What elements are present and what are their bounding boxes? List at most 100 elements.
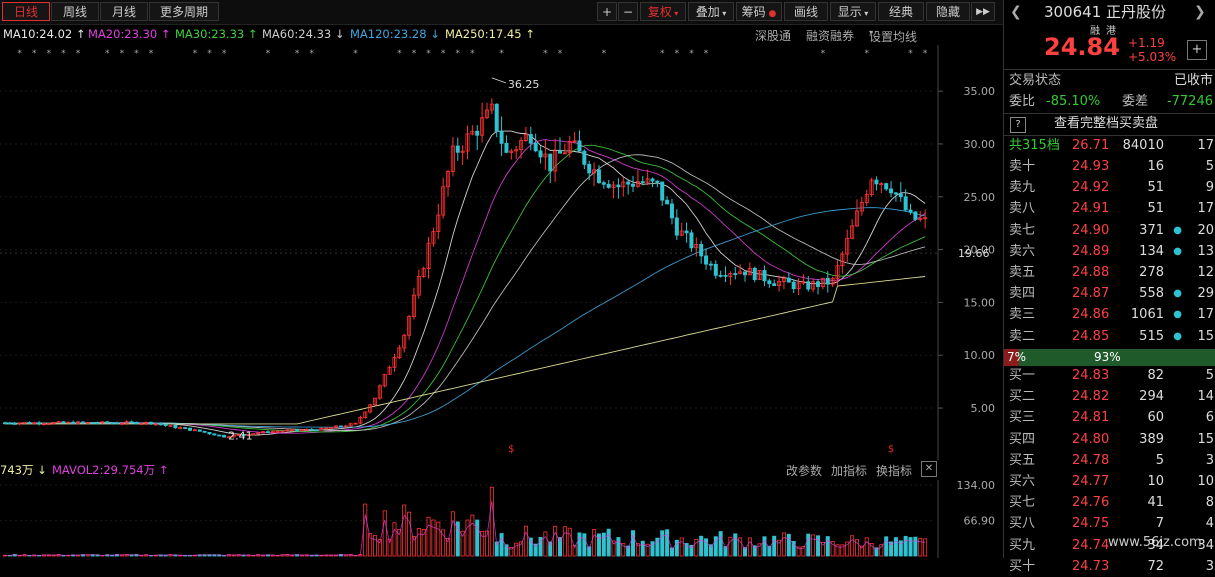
- volume-bar: [772, 535, 777, 557]
- price-tick-label: 15.00: [964, 296, 996, 309]
- candle-body: [772, 283, 777, 287]
- volume-bar: [592, 529, 597, 557]
- close-icon[interactable]: ✕: [921, 461, 937, 477]
- candle-body: [674, 217, 679, 236]
- bid-row[interactable]: 买一 24.83 82 5: [1004, 366, 1215, 386]
- level-count: 9: [1205, 180, 1214, 196]
- level-volume: 41: [1147, 495, 1164, 511]
- volume-chart[interactable]: 134.00 66.90: [0, 480, 1003, 558]
- volume-bar: [421, 529, 426, 557]
- level-count: 17: [1197, 307, 1214, 323]
- ask-row[interactable]: 卖五 24.88 278 12: [1004, 263, 1215, 283]
- volume-bar: [679, 537, 684, 557]
- candle-body: [212, 433, 217, 436]
- level-label: 卖六: [1009, 243, 1036, 259]
- ask-row[interactable]: 卖三 24.86 1061 ● 17: [1004, 305, 1215, 325]
- level-count: 14: [1197, 389, 1214, 405]
- bid-row[interactable]: 买七 24.76 41 8: [1004, 493, 1215, 513]
- level-volume: 60: [1147, 410, 1164, 426]
- price-chart[interactable]: 36.25 2.41 $ $ * * * * * * * * * * * * * * * * * * * * * * * * * * * * *…: [0, 0, 1003, 460]
- level-dot-icon: ●: [1173, 330, 1182, 342]
- ask-row[interactable]: 卖七 24.90 371 ● 20: [1004, 221, 1215, 241]
- level-count: 3: [1205, 452, 1214, 468]
- volume-bar: [543, 531, 548, 557]
- bid-row[interactable]: 买十 24.73 72 3: [1004, 557, 1215, 577]
- ask-row[interactable]: 卖二 24.85 515 ● 15: [1004, 327, 1215, 347]
- price-tick-label: 25.00: [964, 191, 996, 204]
- level-volume: 7: [1155, 516, 1164, 532]
- add-watchlist-button[interactable]: +: [1187, 40, 1207, 60]
- level-label: 买三: [1009, 410, 1036, 426]
- candle-body: [752, 267, 757, 281]
- volume-bar: [616, 537, 621, 557]
- switch-indicator-button[interactable]: 换指标: [876, 462, 912, 479]
- kline-chart-area[interactable]: 日线 周线 月线 更多周期 + − 复权 ▾ 叠加 ▾ 筹码 ● 画线 显示 ▾…: [0, 0, 1003, 558]
- candle-body: [548, 153, 553, 172]
- bid-row[interactable]: 买三 24.81 60 6: [1004, 408, 1215, 428]
- event-star-icon: *: [923, 49, 928, 59]
- candle-body: [704, 255, 709, 265]
- volume-bar: [523, 525, 528, 557]
- ask-row[interactable]: 卖十 24.93 16 5: [1004, 157, 1215, 177]
- volume-tick-label: 134.00: [957, 480, 996, 492]
- event-star-icon: *: [689, 49, 694, 59]
- candle-body: [606, 183, 611, 188]
- volume-bar: [733, 533, 738, 557]
- chevron-left-icon[interactable]: ❮: [1010, 2, 1022, 22]
- bid-row[interactable]: 买六 24.77 10 10: [1004, 472, 1215, 492]
- bid-row[interactable]: 买八 24.75 7 4: [1004, 514, 1215, 534]
- level-volume: 278: [1139, 265, 1164, 280]
- level-count: 5: [1205, 368, 1214, 383]
- ask-row[interactable]: 卖九 24.92 51 9: [1004, 178, 1215, 198]
- ask-row[interactable]: 卖四 24.87 558 ● 29: [1004, 284, 1215, 304]
- volume-bar: [470, 514, 475, 557]
- event-marker-icon: $: [888, 444, 894, 455]
- bid-row[interactable]: 买四 24.80 389 15: [1004, 430, 1215, 450]
- candle-body: [660, 181, 665, 201]
- event-star-icon: *: [499, 49, 504, 59]
- event-star-icon: *: [426, 49, 431, 59]
- bid-row[interactable]: 买二 24.82 294 14: [1004, 387, 1215, 407]
- candle-body: [577, 140, 582, 152]
- chevron-right-icon[interactable]: ❯: [1194, 2, 1206, 22]
- add-indicator-button[interactable]: 加指标: [831, 462, 867, 479]
- event-star-icon: *: [456, 49, 461, 59]
- candle-body: [723, 274, 728, 277]
- ma-line-10: [4, 130, 926, 436]
- watermark-text: www.56jz.com: [1108, 535, 1202, 550]
- candle-body: [631, 183, 636, 187]
- volume-bar: [850, 535, 855, 557]
- candle-body: [80, 421, 85, 424]
- event-marker-icon: $: [508, 444, 514, 455]
- volume-bar: [918, 537, 923, 557]
- level-count: 6: [1205, 410, 1214, 426]
- volume-bar: [893, 537, 898, 557]
- level-dot-icon: ●: [1173, 288, 1182, 300]
- candle-body: [665, 199, 670, 205]
- candle-body: [499, 131, 504, 144]
- level-label: 卖四: [1009, 286, 1036, 302]
- volume-bar: [426, 516, 431, 557]
- edit-params-button[interactable]: 改参数: [786, 462, 822, 479]
- ask-row[interactable]: 卖六 24.89 134 ● 13: [1004, 242, 1215, 262]
- ask-row[interactable]: 卖八 24.91 51 17: [1004, 199, 1215, 219]
- candle-body: [762, 270, 767, 282]
- event-star-icon: *: [120, 49, 125, 59]
- volume-bar: [558, 537, 563, 557]
- bid-row[interactable]: 买五 24.78 5 3: [1004, 451, 1215, 471]
- event-star-icon: *: [675, 49, 680, 59]
- candle-body: [908, 209, 913, 213]
- price-tick-label: 10.00: [964, 349, 996, 362]
- volume-bar: [923, 538, 928, 557]
- volume-bar: [562, 526, 567, 557]
- event-star-icon: *: [353, 49, 358, 59]
- event-star-icon: *: [660, 49, 665, 59]
- level-count: 5: [1205, 159, 1214, 174]
- level-volume: 371: [1139, 222, 1164, 238]
- level-label: 买一: [1009, 368, 1036, 383]
- full-depth-link[interactable]: ? 查看完整档买卖盘: [1004, 114, 1215, 134]
- ma-line-120: [4, 207, 926, 428]
- event-star-icon: *: [47, 49, 52, 59]
- candle-body: [884, 183, 889, 190]
- level-dot-icon: ●: [1173, 224, 1182, 236]
